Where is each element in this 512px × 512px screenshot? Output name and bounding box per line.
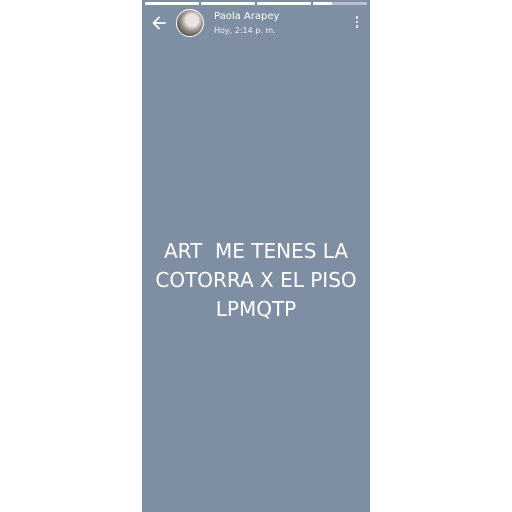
author-name[interactable]: Paola Arapey [214,11,279,22]
message-line: ART ME TENES LA [163,239,349,263]
progress-segment-fill [145,2,199,5]
progress-segment [145,2,199,5]
story-timestamp: Hoy, 2:14 p. m. [214,26,276,35]
message-line: COTORRA X EL PISO [155,268,357,292]
progress-segment-fill [313,2,332,5]
progress-segment [257,2,311,5]
story-message: ART ME TENES LA COTORRA X EL PISO LPMQTP [142,237,370,324]
avatar[interactable] [176,9,204,37]
progress-segment [201,2,255,5]
more-vert-icon[interactable] [354,16,360,32]
story-header: Paola Arapey Hoy, 2:14 p. m. [142,7,370,41]
arrow-left-icon[interactable] [150,14,168,32]
story-viewer[interactable]: Paola Arapey Hoy, 2:14 p. m. ART ME TENE… [142,0,370,512]
story-progress-bar [145,2,367,5]
message-line: LPMQTP [215,297,297,321]
progress-segment-fill [257,2,311,5]
progress-segment [313,2,367,5]
progress-segment-fill [201,2,255,5]
